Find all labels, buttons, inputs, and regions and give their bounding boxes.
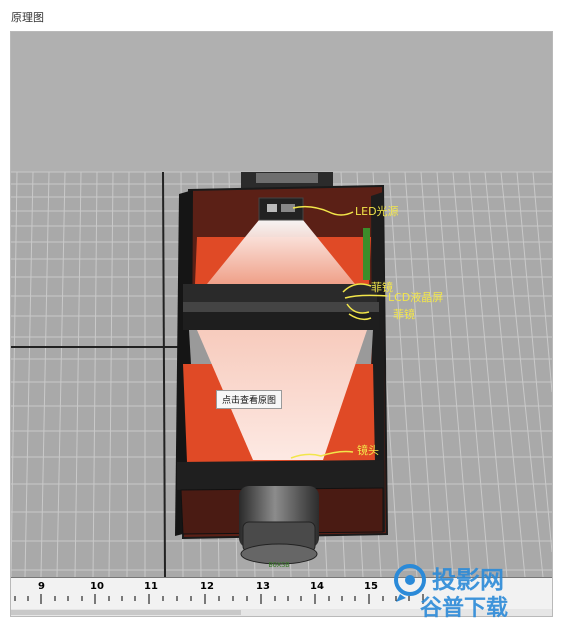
window-title: 原理图 (11, 11, 44, 24)
led-chip-2 (281, 204, 295, 212)
lens-marking: BOXSB (268, 561, 289, 569)
ruler-label: 9 (38, 581, 45, 592)
ruler-label: 11 (144, 581, 158, 592)
rear-cap-highlight (256, 173, 318, 183)
watermark-text-bottom: 谷普下载 (420, 596, 509, 621)
image-frame: BOXSB LED光源 菲镜 LCD液晶屏 菲镜 镜头 点击查看原图 9 10 … (10, 31, 553, 617)
annotation-fresnel-bottom-label: 菲镜 (393, 307, 415, 321)
view-original-tooltip[interactable]: 点击查看原图 (216, 390, 283, 409)
viewport-sky (11, 32, 552, 172)
led-chip (267, 204, 277, 212)
watermark-logo: 投影网 谷普下载 (392, 556, 552, 621)
circuit-board (363, 228, 370, 280)
ruler-label: 10 (90, 581, 104, 592)
ruler-label: 15 (364, 581, 378, 592)
3d-viewport[interactable]: BOXSB LED光源 菲镜 LCD液晶屏 菲镜 镜头 (11, 32, 552, 577)
ruler-label: 14 (310, 581, 324, 592)
annotation-lens-label: 镜头 (357, 443, 379, 457)
annotation-lcd-label: LCD液晶屏 (388, 290, 443, 304)
scrollbar-thumb[interactable] (11, 610, 241, 615)
ruler-label: 13 (256, 581, 270, 592)
annotation-led-label: LED光源 (355, 204, 399, 218)
front-bar (177, 460, 383, 490)
ruler-label: 12 (200, 581, 214, 592)
fresnel-top-layer (183, 284, 377, 302)
